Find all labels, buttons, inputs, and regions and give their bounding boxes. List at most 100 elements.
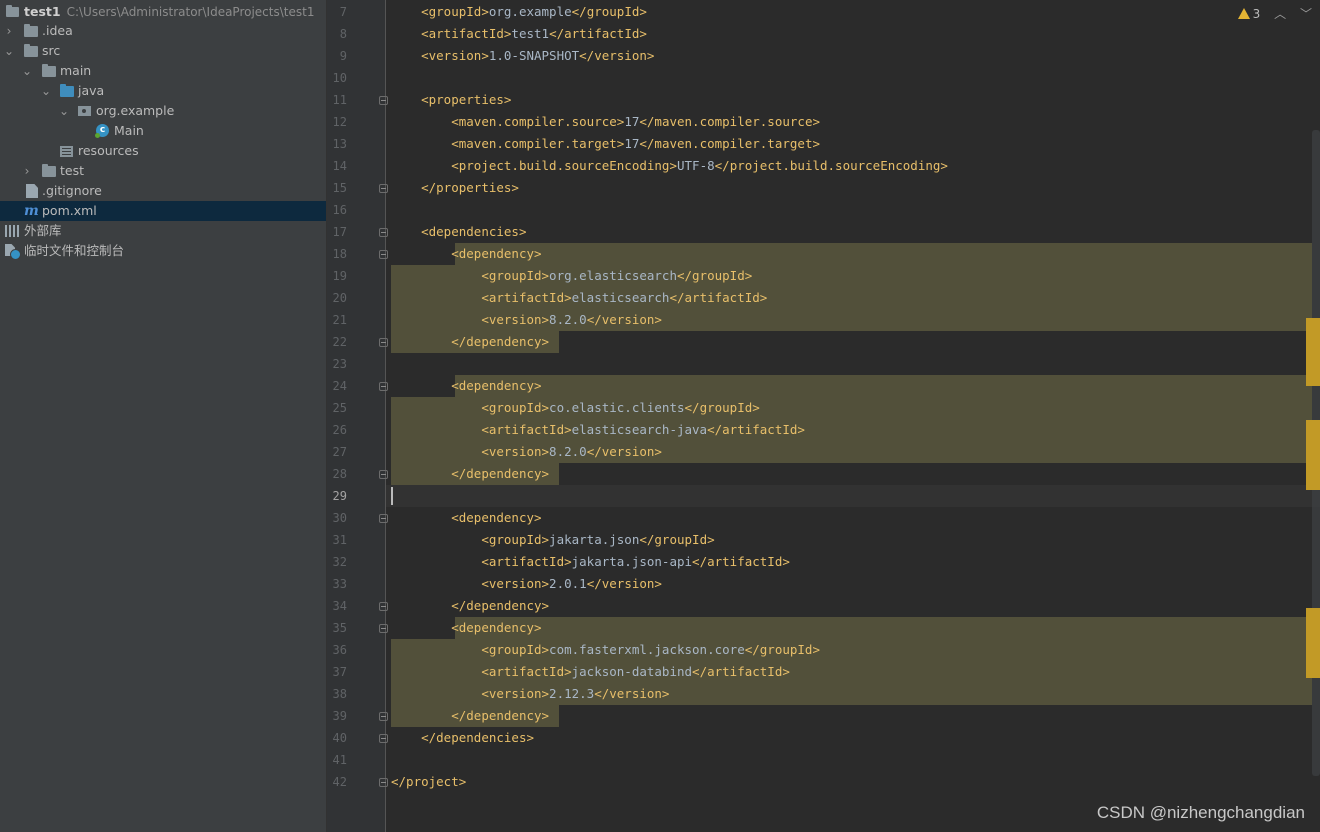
code-line[interactable]: <dependencies> [391,221,526,243]
code-line[interactable]: <version>2.12.3</version> [391,683,669,705]
code-line[interactable]: <artifactId>elasticsearch</artifactId> [391,287,767,309]
folder-icon [42,64,56,77]
fold-toggle-icon[interactable] [379,712,388,721]
code-line[interactable]: <version>1.0-SNAPSHOT</version> [391,45,654,67]
chevron-right-icon[interactable]: › [21,161,33,181]
fold-toggle-icon[interactable] [379,514,388,523]
fold-toggle-icon[interactable] [379,250,388,259]
chevron-down-icon[interactable]: ⌄ [3,41,15,61]
code-line[interactable]: </dependency> [391,705,549,727]
error-stripe-marker[interactable] [1306,318,1320,386]
tree-item-label: resources [78,143,139,158]
code-line[interactable]: </dependencies> [391,727,534,749]
fold-toggle-icon[interactable] [379,184,388,193]
tree-item-main[interactable]: ⌄ main [0,61,326,81]
code-line[interactable]: </project> [391,771,466,793]
chevron-down-icon[interactable]: ﹀ [1300,4,1312,24]
chevron-down-icon[interactable]: ⌄ [21,61,33,81]
java-class-icon: c [95,124,109,138]
tree-item-label: org.example [96,103,175,118]
line-number: 19 [332,269,347,283]
code-line[interactable]: <dependency> [391,507,541,529]
code-line[interactable]: <groupId>org.elasticsearch</groupId> [391,265,752,287]
fold-toggle-icon[interactable] [379,470,388,479]
line-number: 34 [332,599,347,613]
tree-item-gitignore[interactable]: .gitignore [0,181,326,201]
code-line[interactable]: <groupId>jakarta.json</groupId> [391,529,714,551]
tree-item-external-libraries[interactable]: 外部库 [0,221,326,241]
tree-item-java[interactable]: ⌄ java [0,81,326,101]
line-number: 40 [332,731,347,745]
tree-item-label: .gitignore [42,183,102,198]
code-line[interactable]: <project.build.sourceEncoding>UTF-8</pro… [391,155,948,177]
module-folder-icon [6,5,19,17]
fold-toggle-icon[interactable] [379,602,388,611]
line-number: 35 [332,621,347,635]
error-stripe-marker[interactable] [1306,420,1320,490]
tree-item-scratches[interactable]: 临时文件和控制台 [0,241,326,261]
code-line[interactable]: </dependency> [391,463,549,485]
tree-item-src[interactable]: ⌄ src [0,41,326,61]
error-stripe-marker[interactable] [1306,608,1320,678]
chevron-down-icon[interactable]: ⌄ [58,101,70,121]
inspection-widget[interactable]: 3 ︿ ﹀ [1237,4,1312,24]
resources-folder-icon [60,146,73,157]
fold-toggle-icon[interactable] [379,778,388,787]
root-name: test1 [24,4,61,19]
code-line[interactable]: <artifactId>jakarta.json-api</artifactId… [391,551,790,573]
line-number: 23 [332,357,347,371]
code-line[interactable]: <version>2.0.1</version> [391,573,662,595]
tree-item-resources[interactable]: resources [0,141,326,161]
fold-toggle-icon[interactable] [379,624,388,633]
line-number: 28 [332,467,347,481]
chevron-right-icon[interactable]: › [3,21,15,41]
line-number: 22 [332,335,347,349]
code-line[interactable]: </properties> [391,177,519,199]
code-line[interactable]: <artifactId>test1</artifactId> [391,23,647,45]
line-number: 16 [332,203,347,217]
line-number: 9 [339,49,347,63]
root-path: C:\Users\Administrator\IdeaProjects\test… [66,5,315,19]
tree-item-label: test [60,163,85,178]
code-line[interactable]: <groupId>co.elastic.clients</groupId> [391,397,759,419]
code-line[interactable]: <maven.compiler.target>17</maven.compile… [391,133,820,155]
folder-icon [42,164,56,177]
code-line[interactable]: </dependency> [391,331,549,353]
tree-item-pom-xml[interactable]: m pom.xml [0,201,326,221]
code-line[interactable]: </dependency> [391,595,549,617]
code-line[interactable]: <dependency> [391,617,541,639]
line-number: 31 [332,533,347,547]
fold-toggle-icon[interactable] [379,382,388,391]
fold-toggle-icon[interactable] [379,228,388,237]
chevron-down-icon[interactable]: ⌄ [40,81,52,101]
chevron-up-icon[interactable]: ︿ [1274,4,1286,24]
tree-item-test[interactable]: › test [0,161,326,181]
line-number: 42 [332,775,347,789]
code-line[interactable]: <dependency> [391,375,541,397]
scratches-icon [5,244,21,260]
code-line[interactable]: <groupId>com.fasterxml.jackson.core</gro… [391,639,820,661]
code-line[interactable]: <version>8.2.0</version> [391,441,662,463]
project-tool-window: test1 C:\Users\Administrator\IdeaProjects… [0,0,327,832]
line-number: 27 [332,445,347,459]
tree-item-label: 外部库 [24,223,62,238]
tree-item-main-class[interactable]: c Main [0,121,326,141]
line-number: 21 [332,313,347,327]
tree-item-idea[interactable]: › .idea [0,21,326,41]
line-number: 29 [332,489,347,503]
fold-toggle-icon[interactable] [379,96,388,105]
line-number-gutter[interactable]: 7 8 9 10 11 12 13 14 15 16 17 18 19 20 21 22 23 24 25 26 27 2… [327,0,388,832]
code-line[interactable]: <dependency> [391,243,541,265]
editor-pane[interactable]: 7 8 9 10 11 12 13 14 15 16 17 18 19 20 21 22 23 24 25 26 27 2… [327,0,1320,832]
code-line[interactable]: <groupId>org.example</groupId> [391,1,647,23]
code-line[interactable]: <artifactId>elasticsearch-java</artifact… [391,419,805,441]
tree-item-label: java [78,83,105,98]
code-line[interactable]: <maven.compiler.source>17</maven.compile… [391,111,820,133]
fold-toggle-icon[interactable] [379,338,388,347]
tree-root-test1[interactable]: test1 C:\Users\Administrator\IdeaProjects… [0,2,326,22]
fold-toggle-icon[interactable] [379,734,388,743]
code-line[interactable]: <version>8.2.0</version> [391,309,662,331]
code-line[interactable]: <properties> [391,89,511,111]
code-line[interactable]: <artifactId>jackson-databind</artifactId… [391,661,790,683]
tree-item-org-example[interactable]: ⌄ org.example [0,101,326,121]
